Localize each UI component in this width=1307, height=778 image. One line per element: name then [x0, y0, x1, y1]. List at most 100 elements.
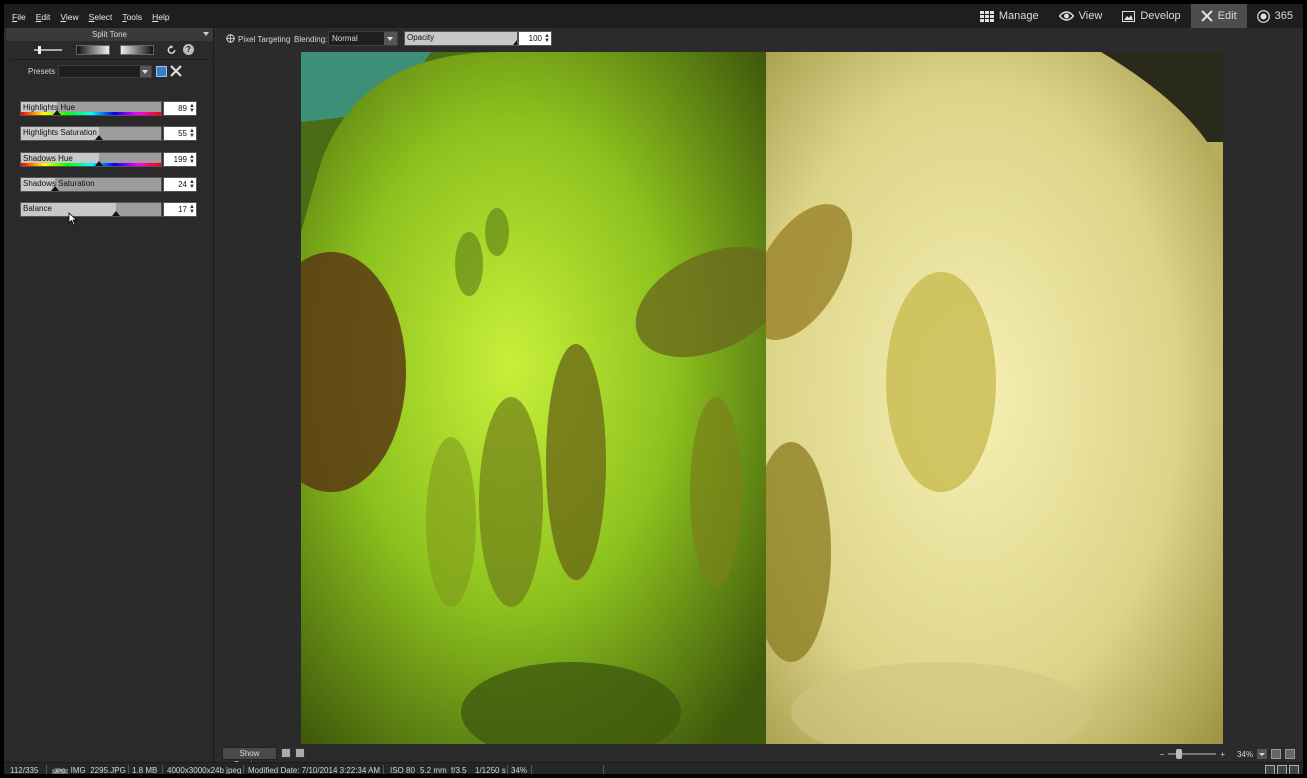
slider-mode-icon[interactable] — [32, 45, 64, 55]
mode-develop-label: Develop — [1140, 10, 1181, 22]
status-bar: 112/335 JPG IMG_2295.JPG 1.8 MB 4000x3000… — [4, 762, 1303, 775]
photo-image — [301, 52, 1223, 744]
slider-track[interactable]: Balance — [20, 202, 162, 217]
slider-thumb[interactable] — [112, 211, 120, 216]
filename: IMG_2295.JPG — [70, 766, 126, 775]
slider-thumb[interactable] — [53, 110, 61, 115]
mode-edit-label: Edit — [1217, 10, 1237, 22]
divider — [128, 765, 129, 774]
mode-bar: Manage View Develop Edit 365 — [970, 4, 1303, 28]
slider-label: Shadows Hue — [23, 154, 73, 163]
spinner-icon[interactable]: ▲ ▼ — [189, 204, 195, 215]
fit-view-icon[interactable] — [1271, 749, 1281, 759]
app-window: File Edit View Select Tools Help Manage … — [0, 0, 1307, 778]
slider-track[interactable]: Highlights Saturation — [20, 126, 162, 141]
image-index: 112/335 — [10, 766, 39, 775]
mode-edit[interactable]: Edit — [1190, 4, 1247, 28]
mode-view[interactable]: View — [1049, 4, 1113, 28]
save-preset-icon[interactable] — [156, 66, 167, 77]
file-info: JPG IMG_2295.JPG — [52, 766, 126, 775]
slider-value: 199 — [173, 155, 187, 164]
mode-develop[interactable]: Develop — [1112, 4, 1190, 28]
chevron-down-icon[interactable] — [384, 32, 397, 45]
menu-edit[interactable]: Edit — [36, 12, 51, 22]
reset-icon[interactable] — [166, 45, 177, 55]
zoom-dropdown-icon[interactable] — [1257, 749, 1267, 759]
slider-value-field[interactable]: 55 ▲ ▼ — [163, 126, 197, 141]
panel-title[interactable]: Split Tone — [6, 28, 213, 41]
aperture: f/3.5 — [451, 766, 467, 775]
slider-value-field[interactable]: 199 ▲ ▼ — [163, 152, 197, 167]
checkmark-icon[interactable] — [1289, 765, 1299, 774]
gradient-light-dark-icon[interactable] — [120, 45, 154, 55]
slider-track[interactable]: Shadows Saturation — [20, 177, 162, 192]
presets-dropdown[interactable] — [58, 65, 152, 78]
slider-row: Highlights Saturation 55 ▲ ▼ — [20, 126, 197, 141]
slider-thumb[interactable] — [51, 186, 59, 191]
mode-365[interactable]: 365 — [1247, 4, 1303, 28]
edit-toolbar: Pixel Targeting Blending: Normal Opacity… — [218, 28, 1303, 50]
show-previous-button[interactable]: Show Previous — [222, 747, 277, 769]
compare-icon[interactable] — [281, 748, 291, 758]
modified-date: Modified Date: 7/10/2014 3:22:34 AM — [248, 766, 381, 775]
zoom-controls: − + 34% — [1160, 748, 1295, 760]
slider-value-field[interactable]: 17 ▲ ▼ — [163, 202, 197, 217]
slider-thumb[interactable] — [95, 135, 103, 140]
mouse-cursor-icon — [68, 212, 78, 226]
opacity-value-field[interactable]: 100 ▲ ▼ — [518, 31, 552, 46]
delete-preset-icon[interactable] — [170, 65, 182, 77]
zoom-slider[interactable] — [1168, 749, 1217, 759]
slider-track[interactable]: Shadows Hue — [20, 152, 162, 167]
hue-gradient — [21, 112, 161, 115]
pixel-targeting-button[interactable]: Pixel Targeting — [238, 35, 290, 44]
spinner-icon[interactable]: ▲ ▼ — [189, 179, 195, 190]
slider-track[interactable]: Highlights Hue — [20, 101, 162, 116]
divider — [162, 765, 163, 774]
slider-row: Balance 17 ▲ ▼ — [20, 202, 197, 217]
opacity-slider[interactable]: Opacity — [404, 31, 518, 46]
menu-view[interactable]: View — [60, 12, 78, 22]
spinner-icon[interactable]: ▲ ▼ — [189, 154, 195, 165]
slider-value-field[interactable]: 89 ▲ ▼ — [163, 101, 197, 116]
presets-label: Presets — [28, 67, 56, 76]
panel-menu-arrow-icon[interactable] — [203, 32, 209, 36]
spinner-icon[interactable]: ▲ ▼ — [189, 103, 195, 114]
opacity-value: 100 — [528, 34, 542, 43]
slider-row: Shadows Saturation 24 ▲ ▼ — [20, 177, 197, 192]
grid-icon — [979, 10, 994, 22]
menu-select[interactable]: Select — [89, 12, 113, 22]
zoom-value: 34% — [1236, 749, 1253, 759]
file-size: 1.8 MB — [132, 766, 158, 775]
help-icon[interactable]: ? — [183, 44, 194, 55]
status-icons — [1265, 765, 1299, 774]
blending-label: Blending: — [294, 35, 328, 44]
divider — [46, 765, 47, 774]
eye-icon — [1058, 11, 1074, 21]
spinner-icon[interactable]: ▲ ▼ — [544, 33, 550, 44]
gradient-dark-light-icon[interactable] — [76, 45, 110, 55]
image-canvas[interactable] — [218, 50, 1303, 746]
chevron-down-icon[interactable] — [140, 66, 151, 77]
blending-dropdown[interactable]: Normal — [328, 31, 398, 46]
presets-row: Presets — [6, 60, 213, 82]
tools-icon — [1200, 10, 1213, 22]
menu-help[interactable]: Help — [152, 12, 169, 22]
split-view-icon[interactable] — [1277, 765, 1287, 774]
layout-icon[interactable] — [1265, 765, 1275, 774]
menu-file[interactable]: File — [12, 12, 26, 22]
slider-row: Highlights Hue 89 ▲ ▼ — [20, 101, 197, 116]
photo-preview[interactable] — [301, 52, 1223, 744]
menu-tools[interactable]: Tools — [122, 12, 142, 22]
slider-value: 17 — [178, 205, 187, 214]
mode-manage[interactable]: Manage — [970, 4, 1049, 28]
split-tone-panel: Split Tone ? Presets Highlights Hue 89 ▲ ▼ H… — [6, 28, 214, 774]
filter-icon[interactable] — [295, 748, 305, 758]
zoom-out-icon[interactable]: − — [1160, 750, 1165, 759]
zoom-in-icon[interactable]: + — [1220, 750, 1225, 759]
slider-value-field[interactable]: 24 ▲ ▼ — [163, 177, 197, 192]
slider-thumb[interactable] — [95, 161, 103, 166]
slider-label: Highlights Saturation — [23, 128, 97, 137]
spinner-icon[interactable]: ▲ ▼ — [189, 128, 195, 139]
target-icon[interactable] — [226, 34, 235, 43]
fullscreen-icon[interactable] — [1285, 749, 1295, 759]
